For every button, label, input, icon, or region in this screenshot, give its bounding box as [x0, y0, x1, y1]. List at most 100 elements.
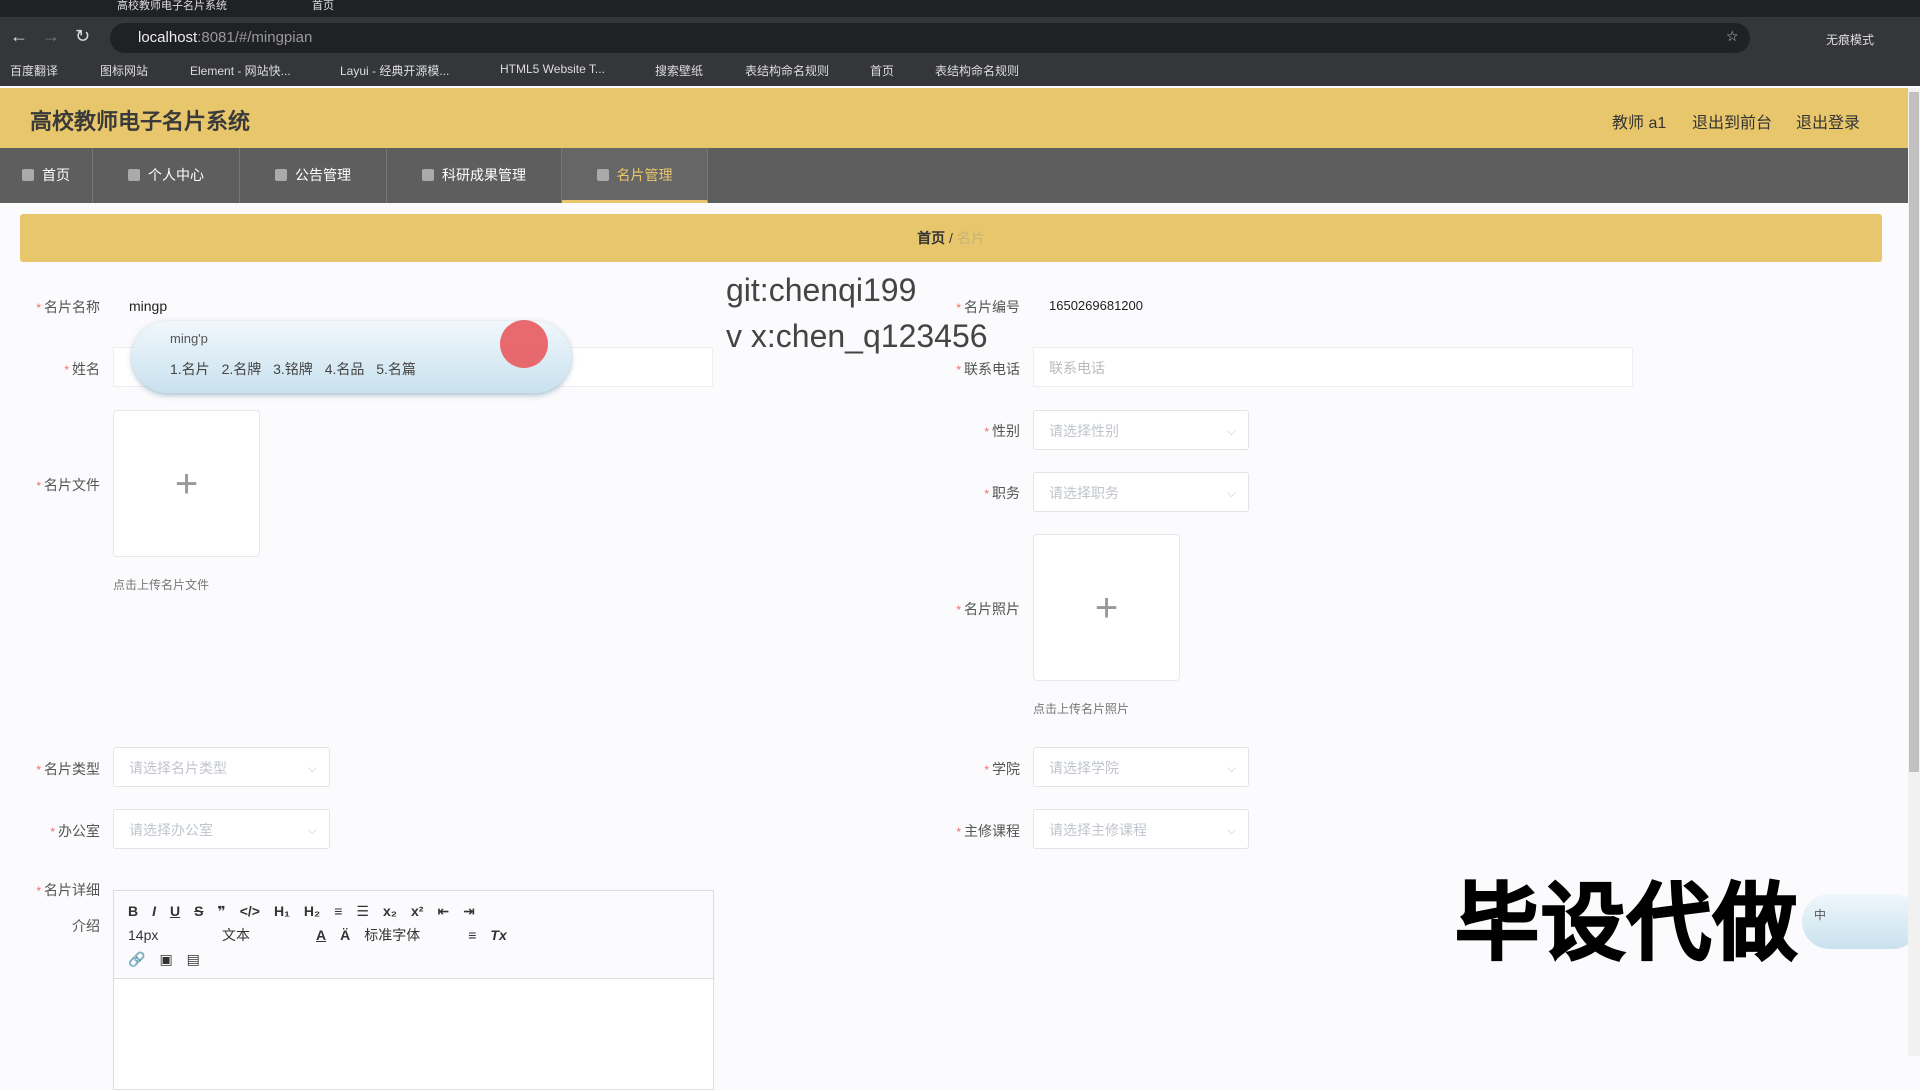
star-icon[interactable]: ☆ [1726, 28, 1739, 45]
bookmark[interactable]: 表结构命名规则 [935, 62, 1019, 79]
nav-home[interactable]: 首页 [0, 148, 93, 203]
h2-icon[interactable]: H₂ [304, 903, 320, 919]
plus-icon: + [1094, 586, 1119, 630]
breadcrumb: 首页 / 名片 [20, 214, 1882, 262]
italic-icon[interactable]: I [152, 903, 156, 919]
college-label: 学院 [900, 759, 1020, 779]
ordered-list-icon[interactable]: ≡ [334, 903, 342, 919]
browser-tab-active[interactable]: 高校教师电子名片系统 [95, 0, 227, 17]
link-icon[interactable]: 🔗 [128, 951, 145, 968]
font-color-icon[interactable]: A [316, 927, 326, 943]
bookmark[interactable]: 表结构命名规则 [745, 62, 829, 79]
url-host: localhost [138, 29, 198, 46]
bookmark[interactable]: Element - 网站快... [190, 62, 291, 79]
nav-research[interactable]: 科研成果管理 [387, 148, 562, 203]
gender-select[interactable]: 请选择性别 [1033, 410, 1249, 451]
superscript-icon[interactable]: x² [411, 903, 423, 919]
cursor-highlight [500, 320, 548, 368]
underline-icon[interactable]: U [170, 903, 180, 919]
photo-hint: 点击上传名片照片 [1033, 702, 1130, 716]
rich-text-editor[interactable]: BIUS ❞ </> H₁ H₂ ≡ ☰ x₂ x² ⇤ ⇥ 14px 文本 AÄ 标准字体 ≡ Tx… [113, 890, 714, 1090]
photo-label: 名片照片 [900, 599, 1020, 619]
card-no-input[interactable]: 1650269681200 [1033, 285, 1633, 325]
detail-label: 名片详细 [0, 880, 100, 900]
background-color-icon[interactable]: Ä [340, 927, 350, 943]
image-icon[interactable]: ▣ [159, 951, 172, 968]
font-family-select[interactable]: 标准字体 [364, 925, 454, 945]
card-name-input[interactable]: mingp [113, 285, 713, 325]
nav-label: 个人中心 [148, 167, 204, 183]
card-file-upload[interactable]: + [113, 410, 260, 557]
browser-tab-bar [0, 0, 1920, 17]
bookmark[interactable]: 百度翻译 [10, 62, 58, 79]
breadcrumb-current: 名片 [956, 230, 985, 246]
nav-label: 首页 [42, 167, 70, 183]
card-icon [596, 169, 609, 181]
xingming-label: 姓名 [0, 359, 100, 379]
ime-mode: 中 [1814, 908, 1827, 922]
breadcrumb-home[interactable]: 首页 [917, 230, 945, 246]
nav-label: 科研成果管理 [442, 167, 526, 183]
editor-toolbar: BIUS ❞ </> H₁ H₂ ≡ ☰ x₂ x² ⇤ ⇥ 14px 文本 AÄ 标准字体 ≡ Tx… [114, 891, 713, 979]
h1-icon[interactable]: H₁ [274, 903, 290, 919]
bookmark[interactable]: 首页 [870, 62, 894, 79]
nav-notice[interactable]: 公告管理 [240, 148, 387, 203]
scrollbar-thumb[interactable] [1909, 92, 1919, 772]
url-path: :8081/#/mingpian [197, 29, 313, 46]
phone-label: 联系电话 [900, 359, 1020, 379]
notice-icon [275, 169, 287, 181]
bookmark[interactable]: 搜索壁纸 [655, 62, 703, 79]
ime-pinyin: ming'p [170, 331, 208, 346]
align-icon[interactable]: ≡ [468, 927, 476, 943]
duty-select[interactable]: 请选择职务 [1033, 472, 1249, 513]
detail-label-2: 介绍 [72, 918, 100, 934]
watermark-git: git:chenqi199 [726, 272, 917, 308]
user-label: 教师 a1 [1612, 115, 1667, 132]
phone-input[interactable]: 联系电话 [1033, 347, 1633, 387]
bold-icon[interactable]: B [128, 903, 138, 919]
office-select[interactable]: 请选择办公室 [113, 809, 330, 850]
office-label: 办公室 [0, 821, 100, 841]
reload-icon[interactable]: ↻ [75, 26, 90, 47]
indent-icon[interactable]: ⇥ [463, 903, 475, 920]
nav-personal[interactable]: 个人中心 [93, 148, 240, 203]
card-no-label: 名片编号 [900, 297, 1020, 317]
clear-format-icon[interactable]: Tx [490, 927, 506, 943]
nav-card[interactable]: 名片管理 [562, 148, 708, 203]
bookmark[interactable]: 图标网站 [100, 62, 148, 79]
nav-label: 公告管理 [295, 167, 351, 183]
research-icon [422, 169, 434, 181]
incognito-label[interactable]: 无痕模式 [1826, 31, 1874, 48]
logout-link[interactable]: 退出登录 [1796, 109, 1860, 133]
nav-label: 名片管理 [616, 167, 673, 183]
watermark-vx: v x:chen_q123456 [726, 318, 988, 354]
card-type-select[interactable]: 请选择名片类型 [113, 747, 330, 788]
font-size-select[interactable]: 14px [128, 927, 208, 943]
video-icon[interactable]: ▤ [187, 951, 200, 968]
header-select[interactable]: 文本 [222, 925, 302, 945]
photo-upload[interactable]: + [1033, 534, 1180, 681]
course-label: 主修课程 [900, 821, 1020, 841]
bookmark[interactable]: Layui - 经典开源模... [340, 62, 449, 79]
college-select[interactable]: 请选择学院 [1033, 747, 1249, 788]
bookmark[interactable]: HTML5 Website T... [500, 62, 605, 76]
forward-icon[interactable]: → [42, 26, 60, 47]
gender-label: 性别 [900, 421, 1020, 441]
bullet-list-icon[interactable]: ☰ [356, 903, 369, 920]
subscript-icon[interactable]: x₂ [383, 903, 397, 919]
browser-tab[interactable]: 首页 [290, 0, 334, 17]
address-bar[interactable]: localhost:8081/#/mingpian [110, 23, 1750, 53]
strike-icon[interactable]: S [194, 903, 203, 919]
code-icon[interactable]: </> [240, 903, 260, 919]
back-to-front-link[interactable]: 退出到前台 [1692, 109, 1772, 133]
duty-label: 职务 [900, 483, 1020, 503]
back-icon[interactable]: ← [10, 26, 28, 47]
app-title: 高校教师电子名片系统 [30, 109, 251, 134]
course-select[interactable]: 请选择主修课程 [1033, 809, 1249, 850]
ime-status-bar[interactable]: 中 [1802, 894, 1920, 949]
outdent-icon[interactable]: ⇤ [437, 903, 449, 920]
ime-candidates[interactable]: 1.名片 2.名牌 3.铭牌 4.名品 5.名篇 [170, 359, 416, 379]
blockquote-icon[interactable]: ❞ [217, 903, 225, 920]
breadcrumb-sep: / [949, 230, 953, 246]
card-file-label: 名片文件 [0, 475, 100, 495]
